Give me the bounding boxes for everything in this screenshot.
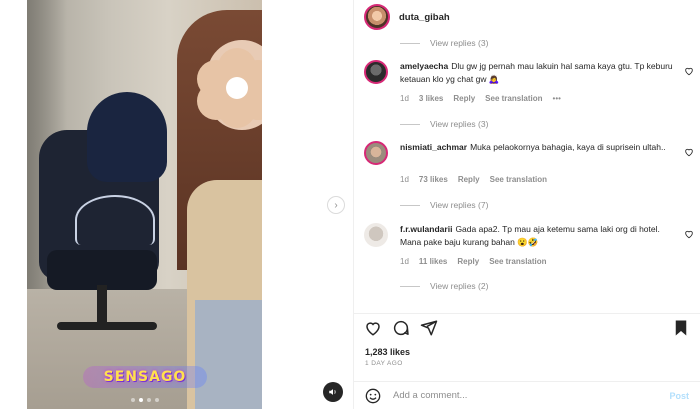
next-media-button[interactable]: › [327,196,345,214]
comment-time: 1d [400,175,409,184]
post-action-bar [354,313,700,341]
comment-meta: 1d 3 likes Reply See translation ••• [400,94,561,103]
comment-time: 1d [400,257,409,266]
post-likes-count[interactable]: 1,283 likes [365,347,410,357]
comments-list[interactable]: View replies (3) amelyaecha Dlu gw jg per… [354,34,700,304]
post-header: duta_gibah [354,0,700,34]
carousel-dot-active [139,398,143,402]
add-comment-bar: Post [354,381,700,409]
comment-icon[interactable] [392,319,410,337]
chair-base [57,322,157,330]
carousel-dot [131,398,135,402]
post-video[interactable]: SENSAGO [27,0,262,409]
post-date: 1 DAY AGO [365,360,403,367]
reply-button[interactable]: Reply [457,257,479,266]
heart-icon[interactable] [364,319,382,337]
reply-button[interactable]: Reply [458,175,480,184]
share-icon[interactable] [420,319,438,337]
comment-meta: 1d 73 likes Reply See translation [400,175,547,184]
speaker-icon [329,389,336,395]
comment-text: nismiati_achmar Muka pelaokornya bahagia,… [400,141,680,154]
face-censor-flower-sticker [195,48,262,128]
comment-username[interactable]: f.r.wulandarii [400,224,452,234]
comment-input[interactable] [393,390,643,401]
comment-username[interactable]: nismiati_achmar [400,142,467,152]
post-comment-button[interactable]: Post [669,391,689,401]
view-replies-label: View replies (3) [430,38,489,48]
audio-toggle-button[interactable] [323,382,343,402]
view-replies-label: View replies (2) [430,281,489,291]
comment-text: amelyaecha Dlu gw jg pernah mau lakuin ha… [400,60,680,85]
heart-icon[interactable] [684,66,694,76]
view-replies-button[interactable]: View replies (2) [400,281,488,291]
view-replies-button[interactable]: View replies (3) [400,38,488,48]
see-translation-button[interactable]: See translation [485,94,542,103]
avatar[interactable] [364,223,388,247]
carousel-dot [155,398,159,402]
carousel-indicator [131,398,159,402]
hanger [75,195,155,245]
see-translation-button[interactable]: See translation [490,175,547,184]
sensago-watermark: SENSAGO [83,366,207,388]
comment-time: 1d [400,94,409,103]
bookmark-icon[interactable] [672,319,690,337]
heart-icon[interactable] [684,229,694,239]
chevron-right-icon: › [334,199,338,211]
chair-post [97,285,107,325]
more-options-button[interactable]: ••• [553,94,561,103]
carousel-dot [147,398,151,402]
comment-likes[interactable]: 11 likes [419,257,447,266]
avatar[interactable] [364,141,388,165]
comment-text: f.r.wulandarii Gada apa2. Tp mau aja kete… [400,223,680,248]
avatar[interactable] [364,4,390,30]
view-replies-label: View replies (3) [430,119,489,129]
see-translation-button[interactable]: See translation [489,257,546,266]
avatar[interactable] [364,60,388,84]
comment-meta: 1d 11 likes Reply See translation [400,257,547,266]
instagram-post-modal: SENSAGO › duta_gibah View replies (3) am… [0,0,700,409]
view-replies-button[interactable]: View replies (7) [400,200,488,210]
view-replies-button[interactable]: View replies (3) [400,119,488,129]
comment-likes[interactable]: 73 likes [419,175,448,184]
post-sidebar: duta_gibah View replies (3) amelyaecha Dl… [353,0,700,409]
view-replies-label: View replies (7) [430,200,489,210]
comment-likes[interactable]: 3 likes [419,94,443,103]
comment-content: Muka pelaokornya bahagia, kaya di supris… [470,142,666,152]
reply-button[interactable]: Reply [453,94,475,103]
chair-seat [47,250,157,290]
heart-icon[interactable] [684,147,694,157]
post-author-username[interactable]: duta_gibah [399,12,450,23]
emoji-icon[interactable] [365,388,381,404]
woman-jeans [195,300,262,409]
comment-username[interactable]: amelyaecha [400,61,448,71]
hooded-person [87,92,167,182]
